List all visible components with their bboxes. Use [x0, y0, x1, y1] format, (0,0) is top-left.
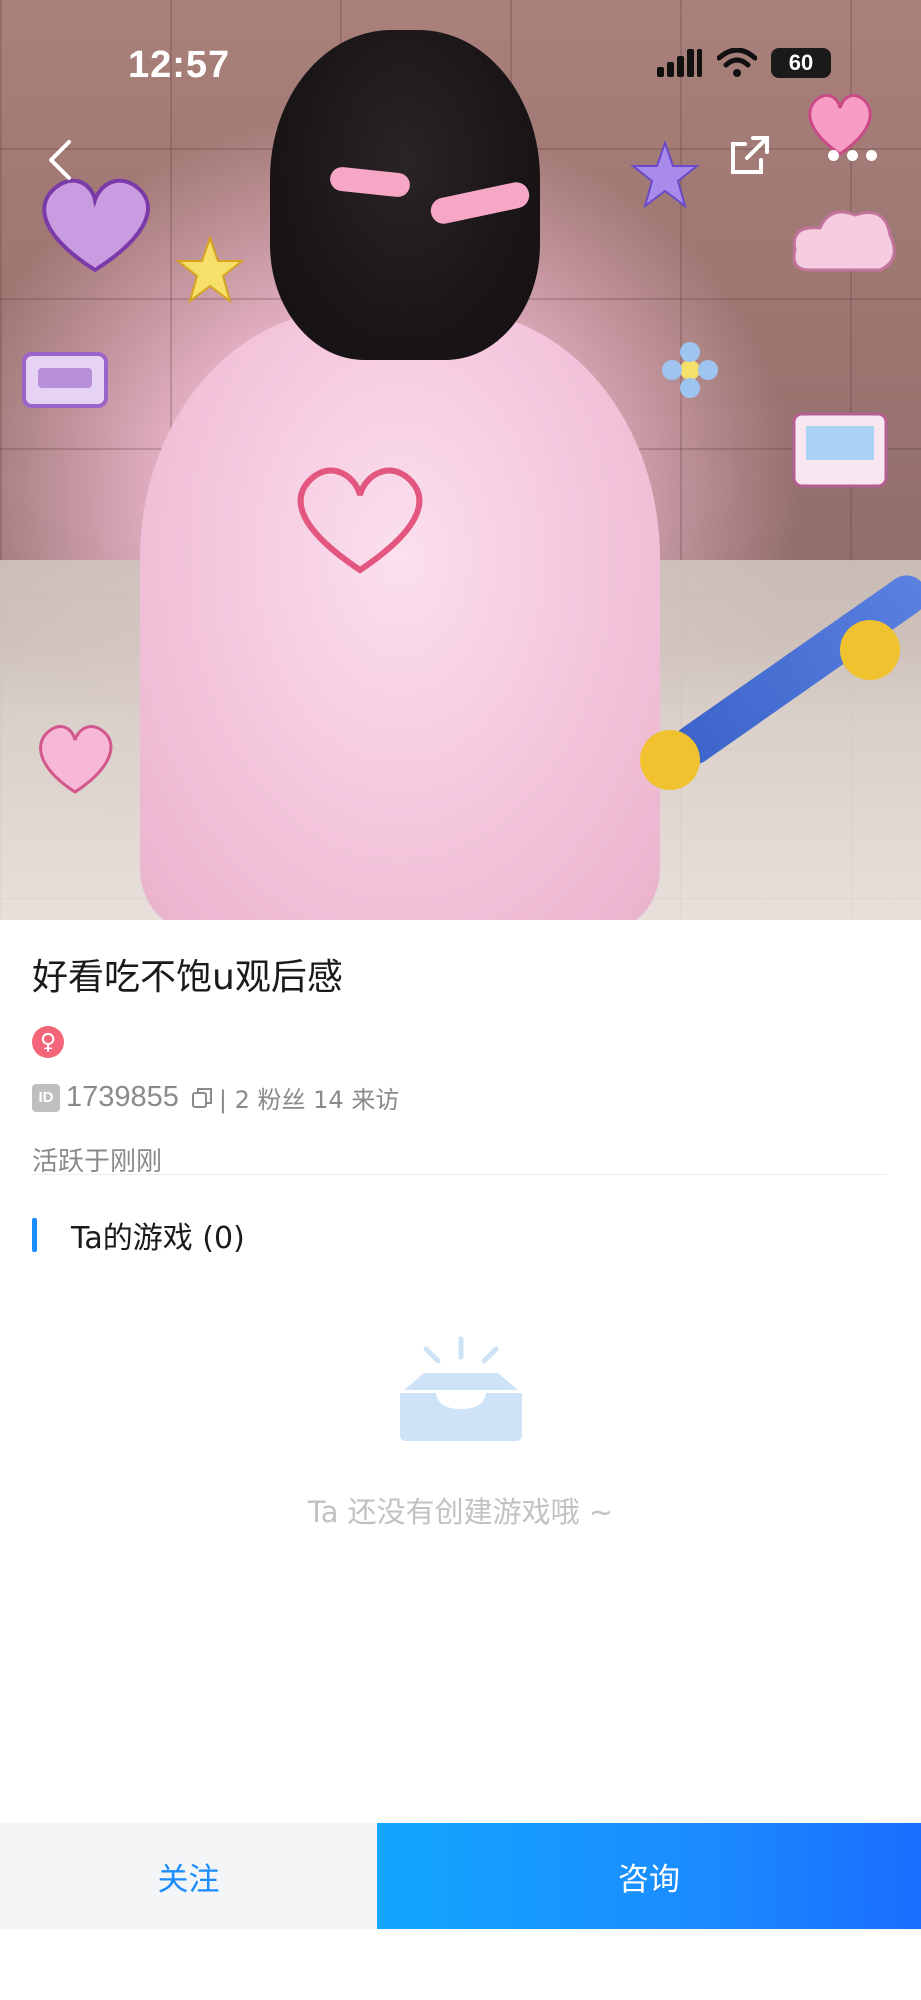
copy-icon[interactable]	[191, 1087, 213, 1109]
id-tag: ID	[32, 1083, 60, 1112]
gender-female-icon: ♀	[32, 1026, 64, 1058]
battery-indicator: 60	[771, 48, 831, 78]
cloud-doodle	[792, 210, 896, 272]
games-section-header: Ta的游戏 (0)	[32, 1213, 245, 1257]
heart-doodle	[39, 725, 113, 794]
empty-box-icon	[399, 1336, 522, 1441]
active-status: 活跃于刚刚	[32, 1147, 163, 1177]
status-bar: 12:57 60	[0, 0, 921, 130]
divider	[32, 1174, 887, 1175]
wifi-icon	[717, 48, 757, 77]
empty-message: Ta 还没有创建游戏哦 ~	[307, 1495, 614, 1529]
more-button[interactable]	[828, 142, 888, 168]
status-icons: 60	[657, 48, 831, 78]
share-button[interactable]	[727, 132, 773, 178]
railing-knob	[840, 620, 900, 680]
section-accent-bar	[32, 1218, 37, 1252]
back-button[interactable]	[40, 135, 80, 185]
empty-state: Ta 还没有创建游戏哦 ~	[0, 1335, 921, 1531]
more-dots-icon	[828, 149, 839, 161]
share-icon	[731, 136, 769, 174]
user-id: 1739855	[66, 1081, 179, 1113]
follow-button[interactable]: 关注	[0, 1823, 377, 1929]
cassette-doodle	[22, 352, 108, 408]
profile-page: 12:57 60 好看吃不饱u观后感 ♀ ID 1739855 | 2 粉丝 1…	[0, 0, 921, 2000]
chevron-left-icon	[49, 140, 71, 180]
nickname: 好看吃不饱u观后感	[32, 957, 343, 998]
shirt-heart-graphic	[297, 467, 423, 574]
railing-knob	[640, 730, 700, 790]
bottom-action-bar: 关注 咨询	[0, 1823, 921, 1929]
more-dots-icon	[866, 149, 877, 161]
consult-button[interactable]: 咨询	[377, 1823, 921, 1929]
signal-icon	[657, 49, 702, 77]
id-row: ID 1739855 | 2 粉丝 14 来访	[32, 1080, 892, 1115]
star-doodle	[175, 235, 245, 304]
fans-visitors-stats[interactable]: | 2 粉丝 14 来访	[219, 1080, 399, 1115]
top-nav	[0, 130, 921, 190]
status-time: 12:57	[128, 44, 231, 86]
games-section-title: Ta的游戏 (0)	[71, 1221, 245, 1256]
person-shirt	[140, 310, 660, 920]
game-doodle	[792, 412, 888, 488]
flower-doodle	[662, 342, 718, 398]
more-dots-icon	[847, 149, 858, 161]
profile-info: 好看吃不饱u观后感 ♀ ID 1739855 | 2 粉丝 14 来访 活跃于刚…	[32, 948, 892, 1178]
